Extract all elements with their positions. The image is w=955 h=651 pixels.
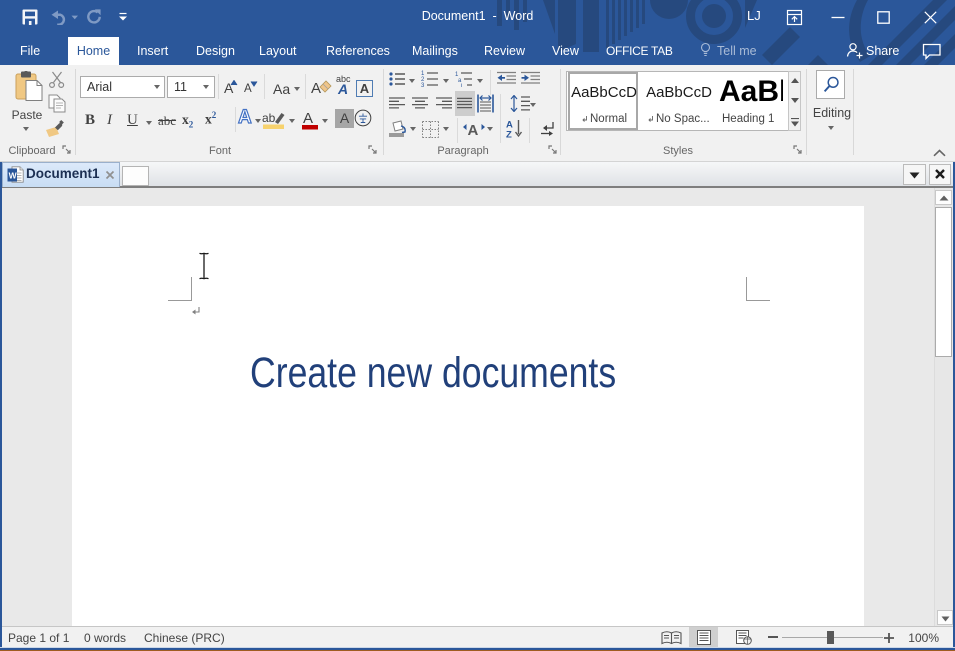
svg-text:Z: Z [506, 130, 512, 140]
svg-text:A: A [311, 80, 321, 97]
svg-text:W: W [9, 171, 18, 181]
svg-text:i: i [461, 84, 462, 88]
svg-text:A: A [303, 110, 313, 127]
svg-text:3: 3 [421, 83, 425, 87]
svg-text:A: A [468, 122, 479, 138]
svg-text:ab: ab [262, 111, 276, 125]
